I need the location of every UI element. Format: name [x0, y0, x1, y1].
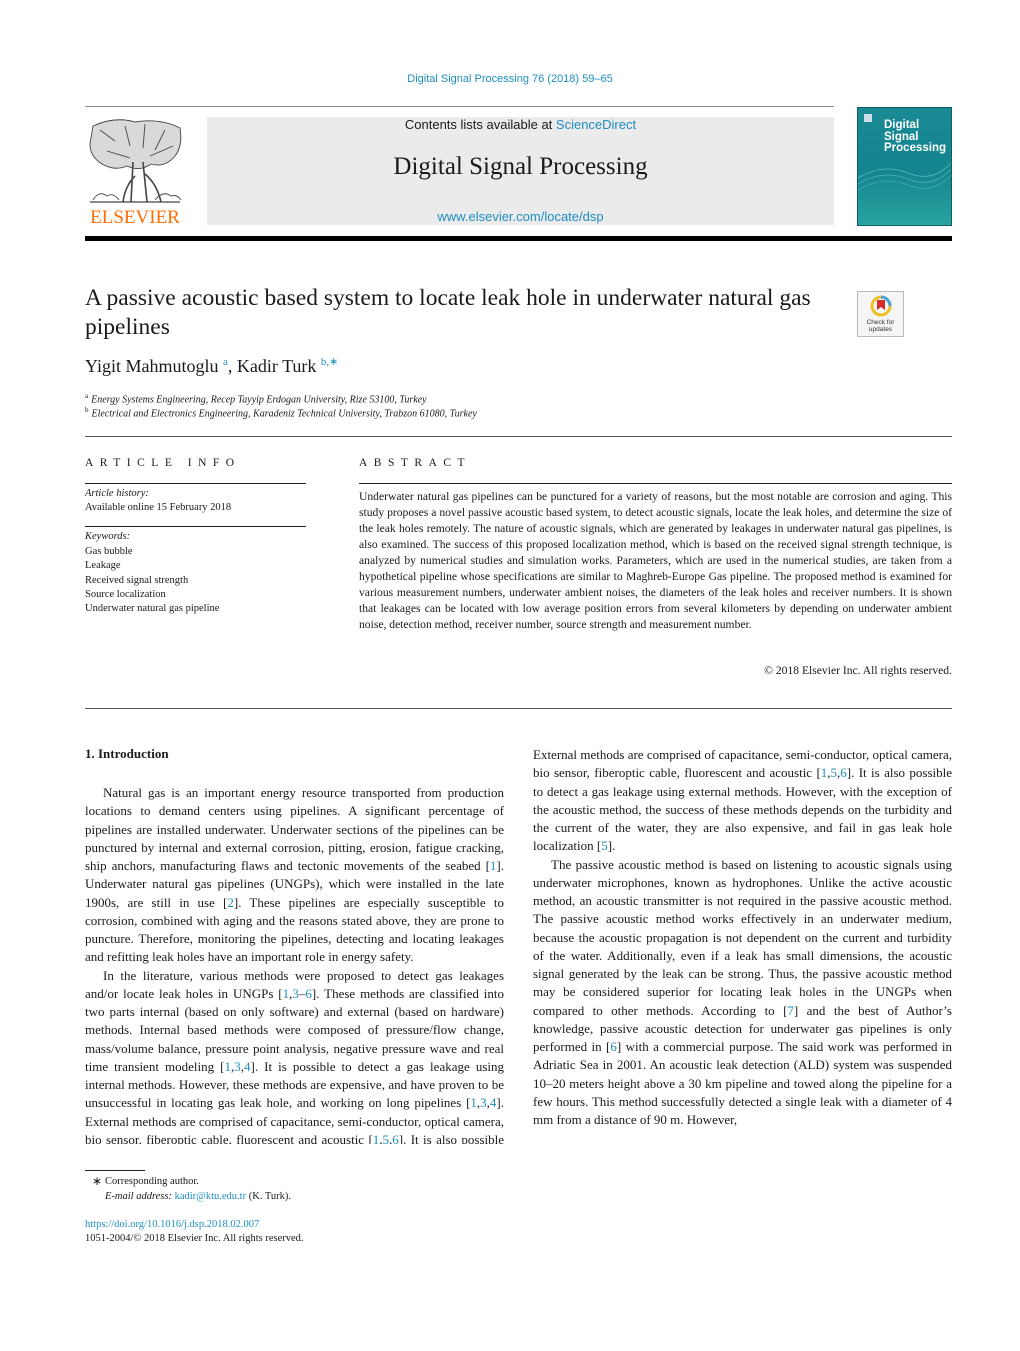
- affiliation: b Electrical and Electronics Engineering,…: [85, 406, 477, 419]
- info-rule: [85, 526, 306, 527]
- section-rule: [85, 708, 952, 709]
- paragraph: In the literature, various methods were …: [85, 967, 504, 1145]
- body-column-left: Natural gas is an important energy resou…: [85, 784, 504, 1144]
- article-title: A passive acoustic based system to locat…: [85, 285, 811, 340]
- keyword-item: Gas bubble: [85, 546, 133, 557]
- keyword-item: Underwater natural gas pipeline: [85, 603, 220, 615]
- email-note: E-mail address: kadir@ktu.edu.tr (K. Tur…: [105, 1191, 291, 1202]
- history-value: Available online 15 February 2018: [85, 502, 232, 513]
- corresponding-author-note: Corresponding author.: [105, 1176, 199, 1187]
- email-label: E-mail address:: [105, 1191, 175, 1202]
- journal-reference-link[interactable]: Digital Signal Processing 76 (2018) 59–6…: [0, 73, 1020, 85]
- cover-title: Digital Signal Processing: [884, 119, 946, 155]
- affiliation: a Energy Systems Engineering, Recep Tayyi…: [85, 392, 427, 405]
- paragraph-text: ].: [607, 838, 616, 854]
- author-affiliation-link[interactable]: b,∗: [321, 356, 338, 368]
- cover-title-line: Processing: [884, 142, 946, 154]
- abstract-text: Underwater natural gas pipelines can be …: [359, 490, 952, 631]
- header-rule: [85, 106, 834, 107]
- elsevier-wordmark: ELSEVIER: [90, 207, 180, 228]
- keywords-label: Keywords:: [85, 531, 131, 542]
- tree-icon: [89, 119, 182, 203]
- keyword-item: Received signal strength: [85, 574, 189, 586]
- abstract-heading: ABSTRACT: [359, 457, 472, 469]
- keyword-item: Leakage: [85, 560, 121, 572]
- author-separator: ,: [227, 356, 237, 376]
- paragraph: The passive acoustic method is based on …: [533, 856, 952, 1130]
- affiliation-mark: b: [85, 406, 89, 414]
- check-updates-label: updates: [868, 326, 893, 333]
- check-for-updates-button[interactable]: Check for updates: [857, 291, 904, 337]
- history-label: Article history:: [85, 488, 149, 499]
- journal-cover-image: Digital Signal Processing: [857, 107, 952, 226]
- paragraph: Natural gas is an important energy resou…: [85, 784, 504, 967]
- affiliation-mark: a: [85, 392, 89, 400]
- footnote-star: ∗: [92, 1174, 103, 1188]
- author-name: Kadir Turk: [236, 356, 317, 376]
- journal-banner: Contents lists available at ScienceDirec…: [207, 117, 834, 225]
- author-list: Yigit Mahmutoglu a, Kadir Turk b,∗: [85, 355, 338, 377]
- paragraph-text: Natural gas is an important energy resou…: [85, 785, 504, 873]
- info-rule: [85, 483, 306, 484]
- footnote-rule: [85, 1170, 145, 1171]
- issn-copyright: 1051-2004/© 2018 Elsevier Inc. All right…: [85, 1233, 304, 1244]
- abstract-copyright: © 2018 Elsevier Inc. All rights reserved…: [764, 664, 952, 677]
- sciencedirect-link[interactable]: ScienceDirect: [556, 117, 636, 132]
- doi-link[interactable]: https://doi.org/10.1016/j.dsp.2018.02.00…: [85, 1219, 259, 1230]
- journal-url-link[interactable]: www.elsevier.com/locate/dsp: [207, 209, 834, 224]
- journal-title: Digital Signal Processing: [393, 153, 648, 180]
- contents-prefix: Contents lists available at: [404, 117, 556, 132]
- email-suffix: (K. Turk).: [246, 1191, 292, 1202]
- paragraph-continued: In the literature, various methods were …: [533, 746, 952, 856]
- contents-line: Contents lists available at ScienceDirec…: [207, 117, 834, 132]
- section-rule: [85, 436, 952, 437]
- cover-title-line: Digital: [884, 119, 920, 131]
- check-updates-label: Check for: [866, 319, 895, 326]
- paragraph-text: The passive acoustic method is based on …: [533, 856, 952, 1018]
- affiliation-text: Energy Systems Engineering, Recep Tayyip…: [91, 394, 427, 406]
- header-thick-rule: [85, 236, 952, 241]
- check-updates-icon: [870, 295, 892, 317]
- right-column-flow: In the literature, various methods were …: [533, 746, 952, 1129]
- keywords-list: Gas bubble Leakage Received signal stren…: [85, 545, 219, 616]
- affiliation-text: Electrical and Electronics Engineering, …: [91, 408, 477, 420]
- article-info-heading: ARTICLE INFO: [85, 457, 241, 469]
- body-column-right: In the literature, various methods were …: [533, 746, 952, 1216]
- email-link[interactable]: kadir@ktu.edu.tr: [175, 1191, 247, 1202]
- keyword-item: Source localization: [85, 588, 166, 600]
- section-heading-introduction: 1. Introduction: [85, 746, 169, 761]
- abstract-rule: [359, 483, 952, 484]
- author-name: Yigit Mahmutoglu: [85, 356, 219, 376]
